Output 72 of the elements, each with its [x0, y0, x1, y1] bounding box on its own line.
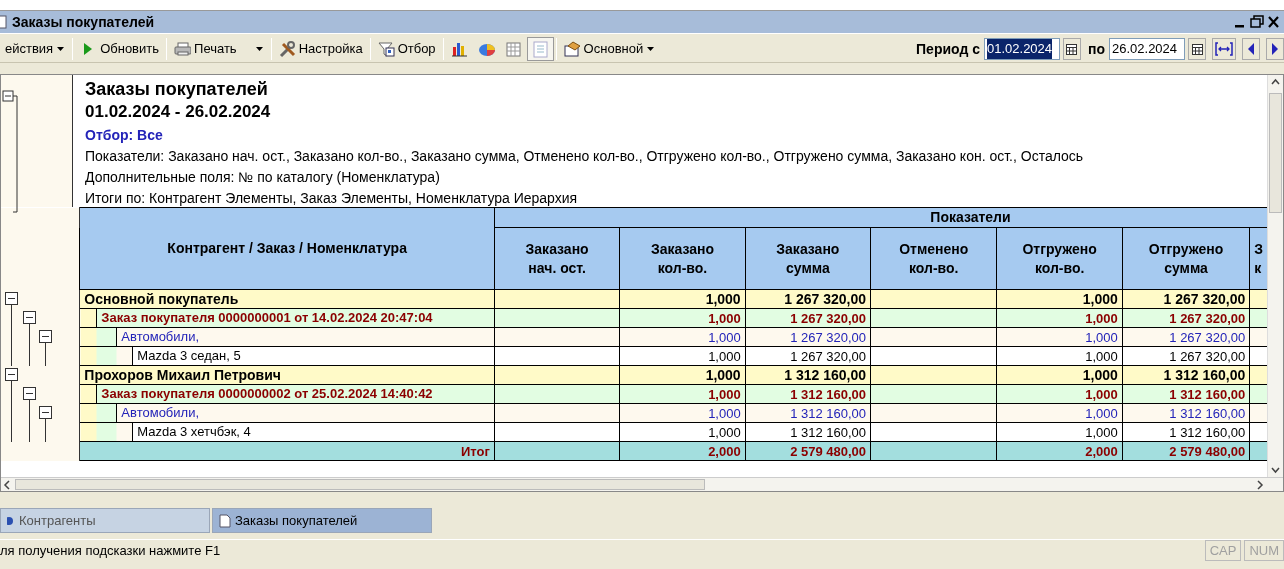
- column-header: Заказано кол-во.: [619, 227, 746, 290]
- key-indicator: NUM: [1244, 539, 1284, 562]
- date-field[interactable]: 01.02.2024: [984, 38, 1060, 60]
- collapse-icon[interactable]: [5, 367, 18, 381]
- calendar-button[interactable]: [1188, 38, 1206, 60]
- column-header: Отгружено сумма: [1122, 227, 1250, 290]
- calendar-icon: [1191, 43, 1203, 55]
- group-header: Показатели: [494, 207, 1267, 228]
- document-icon: [0, 14, 8, 30]
- calendar-button[interactable]: [1063, 38, 1081, 60]
- collapse-icon[interactable]: [23, 310, 36, 324]
- report-info-line: Итоги по: Контрагент Элементы, Заказ Элементы, Номенклатура Иерархия: [85, 189, 579, 208]
- tools-icon: [278, 40, 296, 58]
- collapse-icon[interactable]: [39, 329, 52, 343]
- scroll-left-icon[interactable]: [1, 478, 13, 491]
- print-button[interactable]: Печать: [169, 37, 242, 61]
- key-indicator: CAP: [1204, 539, 1242, 562]
- column-header: Заказано нач. ост.: [494, 227, 620, 290]
- document-icon: [219, 513, 231, 528]
- page-layout-icon: [531, 40, 549, 58]
- view-button[interactable]: [526, 37, 554, 61]
- restore-icon[interactable]: [1248, 14, 1266, 30]
- collapse-icon[interactable]: [39, 405, 52, 419]
- column-header: Заказано сумма: [745, 227, 871, 290]
- scroll-thumb[interactable]: [15, 479, 705, 490]
- status-hint: ля получения подсказки нажмите F1: [0, 541, 221, 560]
- row-name: Заказ покупателя 0000000002 от 25.02.2024 14:40:42: [96, 385, 494, 403]
- column-header: Отменено кол-во.: [870, 227, 997, 290]
- date-field[interactable]: 26.02.2024: [1109, 38, 1185, 60]
- variant-menu[interactable]: Основной: [558, 37, 661, 61]
- row-name: Заказ покупателя 0000000001 от 14.02.2024 20:47:04: [96, 309, 494, 327]
- window-tab[interactable]: Заказы покупателей: [212, 508, 432, 533]
- period-button[interactable]: [1212, 38, 1236, 60]
- row-name: Автомобили,: [116, 328, 494, 346]
- printer-icon: [174, 40, 192, 58]
- row-name: Автомобили,: [116, 404, 494, 422]
- caret-icon: [646, 46, 656, 52]
- row-name: Основной покупатель: [80, 290, 494, 308]
- settings-button[interactable]: Настройка: [273, 37, 368, 61]
- vertical-scrollbar[interactable]: [1267, 75, 1283, 477]
- settings-card-icon: [563, 40, 581, 58]
- actions-menu[interactable]: ействия: [0, 37, 71, 61]
- filter-button[interactable]: Отбор: [372, 37, 441, 61]
- close-icon[interactable]: [1266, 14, 1280, 30]
- scroll-thumb[interactable]: [1269, 93, 1282, 213]
- period-label: Период с: [916, 39, 980, 59]
- report-filter: Отбор: Все: [85, 126, 164, 145]
- horizontal-scrollbar[interactable]: [1, 477, 1283, 491]
- window-tab[interactable]: Контрагенты: [0, 508, 210, 533]
- left-arrow-icon: [1246, 42, 1256, 56]
- filter-icon: [377, 40, 395, 58]
- row-name: Прохоров Михаил Петрович: [80, 366, 494, 384]
- bar-chart-icon: [450, 40, 468, 58]
- caret-icon: [56, 46, 66, 52]
- refresh-button[interactable]: Обновить: [75, 37, 165, 61]
- report-period: 01.02.2024 - 26.02.2024: [85, 101, 272, 123]
- expand-arrows-icon: [1214, 41, 1234, 57]
- report-info-line: Показатели: Заказано нач. ост., Заказано кол-во., Заказано сумма, Отменено кол-во., Отгружено кол-во., Отгружено сумма, Заказано кон. ост., Осталось: [85, 147, 1084, 166]
- report-title: Заказы покупателей: [85, 78, 269, 100]
- column-header: Отгружено кол-во.: [996, 227, 1123, 290]
- column-header: Контрагент / Заказ / Номенклатура: [79, 207, 495, 290]
- period-to-label: по: [1088, 39, 1105, 59]
- previous-period-button[interactable]: [1242, 38, 1260, 60]
- caret-icon: [254, 46, 264, 52]
- next-period-button[interactable]: [1266, 38, 1284, 60]
- right-arrow-icon: [1270, 42, 1280, 56]
- table-icon: [504, 40, 522, 58]
- report-info-line: Дополнительные поля: № по каталогу (Номенклатура): [85, 168, 441, 187]
- collapse-icon[interactable]: [23, 386, 36, 400]
- calendar-icon: [1066, 43, 1078, 55]
- collapse-icon[interactable]: [5, 291, 18, 305]
- window-title: Заказы покупателей: [12, 12, 155, 32]
